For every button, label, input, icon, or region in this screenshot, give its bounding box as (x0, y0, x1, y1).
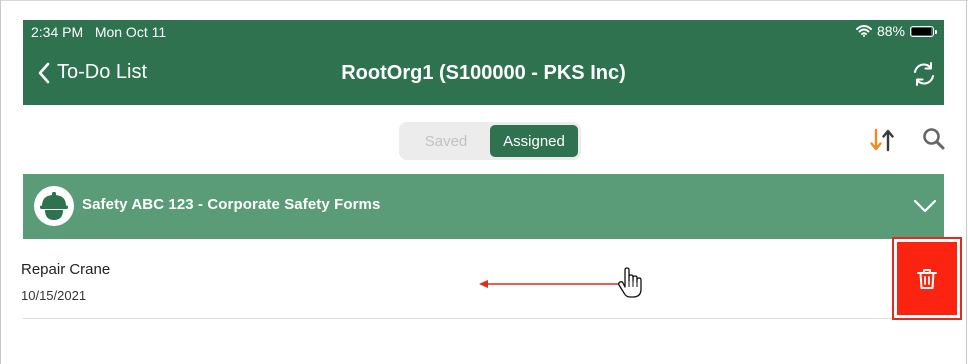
section-avatar (34, 186, 74, 226)
page-title: RootOrg1 (S100000 - PKS Inc) (341, 62, 626, 84)
tab-saved[interactable]: Saved (402, 125, 490, 157)
swipe-left-arrow (479, 280, 622, 288)
list-item-title: Repair Crane (21, 261, 111, 278)
frame-left-border (0, 0, 1, 364)
battery-icon (910, 25, 937, 37)
status-indicators: 88% (855, 23, 937, 39)
frame-right-border (966, 0, 967, 364)
refresh-icon[interactable] (910, 60, 938, 88)
hard-hat-icon (40, 192, 68, 220)
toolbar: Saved Assigned (23, 105, 947, 173)
status-bar: 2:34 PM Mon Oct 11 88% (23, 20, 944, 44)
search-icon[interactable] (921, 126, 947, 152)
app-window: 2:34 PM Mon Oct 11 88% To-Do List RootOr… (21, 20, 947, 364)
section-header[interactable]: Safety ABC 123 - Corporate Safety Forms (23, 174, 944, 239)
saved-assigned-segmented-control: Saved Assigned (399, 122, 581, 160)
sort-icon[interactable] (867, 127, 897, 153)
status-time-date: 2:34 PM Mon Oct 11 (31, 24, 166, 40)
section-title: Safety ABC 123 - Corporate Safety Forms (82, 196, 381, 213)
delete-button[interactable] (897, 242, 957, 315)
battery-fill (912, 27, 932, 35)
frame-top-border (0, 0, 968, 1)
chevron-down-icon[interactable] (912, 193, 938, 219)
tab-assigned[interactable]: Assigned (490, 125, 578, 157)
list-item-date: 10/15/2021 (21, 288, 87, 303)
wifi-icon (855, 25, 872, 37)
row-divider (23, 318, 944, 319)
trash-icon (917, 268, 937, 289)
status-time: 2:34 PM (31, 24, 84, 40)
status-date: Mon Oct 11 (94, 24, 167, 40)
hand-cursor-icon (618, 267, 642, 298)
nav-bar: To-Do List RootOrg1 (S100000 - PKS Inc) (23, 44, 944, 105)
battery-percent: 88% (876, 23, 905, 39)
